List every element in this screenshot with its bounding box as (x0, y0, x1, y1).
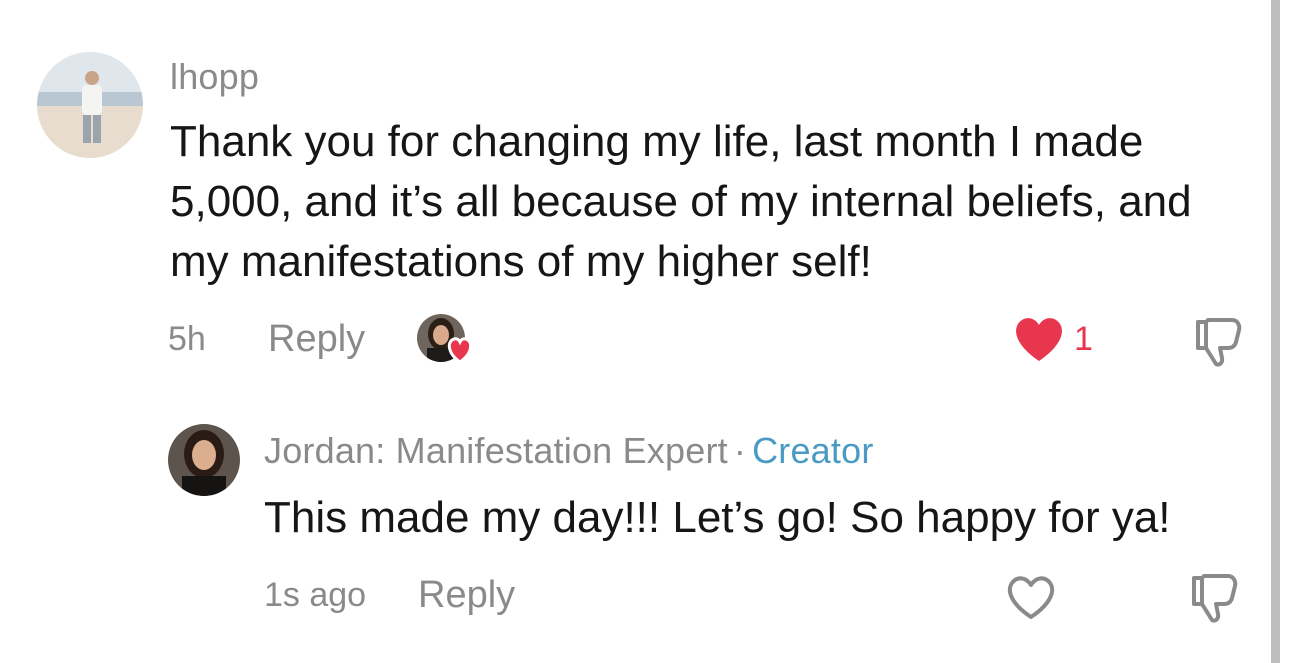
creator-name-line: Jordan: Manifestation Expert · Creator (264, 430, 874, 472)
comment-text: Thank you for changing my life, last mon… (170, 117, 1192, 286)
creator-username[interactable]: Jordan: Manifestation Expert (264, 430, 728, 471)
thumbs-down-icon (1190, 318, 1246, 372)
reply-like-button[interactable] (1004, 572, 1058, 627)
heart-outline-icon (1004, 576, 1058, 626)
reply-reply-button[interactable]: Reply (418, 574, 515, 617)
comment-dislike-button[interactable] (1190, 316, 1246, 373)
scrollbar[interactable] (1271, 0, 1280, 663)
creator-badge: Creator (752, 430, 874, 471)
commenter-username[interactable]: lhopp (170, 56, 259, 98)
creator-liked-heart-icon (445, 336, 475, 369)
comment-timestamp: 5h (168, 320, 206, 358)
reply-text: This made my day!!! Let’s go! So happy f… (264, 493, 1171, 542)
creator-avatar[interactable] (168, 424, 240, 496)
comment-reply-button[interactable]: Reply (268, 318, 365, 361)
separator-dot: · (733, 430, 747, 471)
thumbs-down-icon (1186, 574, 1242, 628)
reply-timestamp: 1s ago (264, 576, 367, 614)
creator-liked-indicator (417, 314, 475, 364)
comment-like-button[interactable] (1012, 314, 1066, 369)
comment-like-count: 1 (1074, 320, 1093, 358)
heart-icon (1012, 318, 1066, 368)
commenter-avatar[interactable] (37, 52, 143, 158)
reply-dislike-button[interactable] (1186, 572, 1242, 629)
